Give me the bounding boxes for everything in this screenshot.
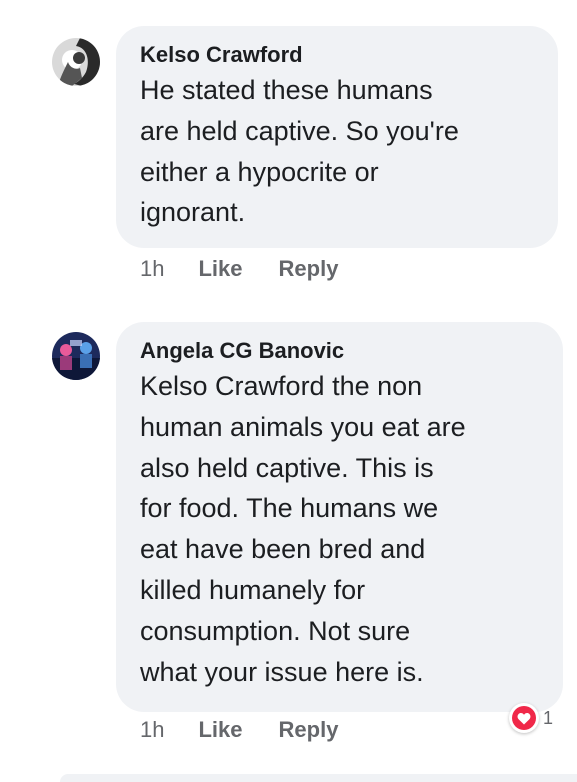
next-comment-edge bbox=[60, 774, 577, 782]
comment-line: eat have been bred and bbox=[140, 534, 426, 565]
comment-line: killed humanely for bbox=[140, 574, 366, 605]
mention-link: Kelso Crawford the non bbox=[140, 371, 423, 401]
comment-text: Kelso Crawford the non human animals you… bbox=[140, 366, 541, 692]
comment-author[interactable]: Kelso Crawford bbox=[140, 40, 536, 70]
comment-kelso-crawford: Kelso Crawford He stated these humans ar… bbox=[0, 0, 577, 300]
comment-line: He stated these humans bbox=[140, 75, 433, 105]
comment-line: are held captive. So you're bbox=[140, 115, 459, 146]
reaction-count: 1 bbox=[543, 707, 554, 728]
avatar[interactable] bbox=[52, 38, 100, 86]
comment-line: Kelso Crawford the non bbox=[140, 366, 541, 407]
avatar[interactable] bbox=[52, 332, 100, 380]
comment-actions: 1h Like Reply bbox=[140, 256, 338, 282]
comment-timestamp[interactable]: 1h bbox=[140, 717, 164, 743]
comment-line: either a hypocrite or bbox=[140, 156, 379, 187]
comment-line: for food. The humans we bbox=[140, 493, 439, 524]
reaction-summary[interactable]: 1 bbox=[509, 703, 553, 733]
profile-photo-icon bbox=[52, 332, 100, 380]
comment-angela-cg-banovic: Angela CG Banovic Kelso Crawford the non… bbox=[0, 310, 577, 770]
comment-bubble: Angela CG Banovic Kelso Crawford the non… bbox=[116, 322, 563, 712]
comment-actions: 1h Like Reply bbox=[140, 717, 338, 743]
like-button[interactable]: Like bbox=[198, 256, 242, 282]
comment-line: human animals you eat are bbox=[140, 411, 466, 442]
comment-line: what your issue here is. bbox=[140, 656, 424, 687]
comment-text: He stated these humans are held captive.… bbox=[140, 70, 536, 233]
heart-icon bbox=[512, 706, 536, 730]
comment-line: also held captive. This is bbox=[140, 452, 434, 483]
comment-line: ignorant. bbox=[140, 197, 246, 228]
comment-timestamp[interactable]: 1h bbox=[140, 256, 164, 282]
reply-button[interactable]: Reply bbox=[279, 256, 339, 282]
profile-photo-icon bbox=[52, 38, 100, 86]
comment-author[interactable]: Angela CG Banovic bbox=[140, 336, 541, 366]
heart-reaction-badge bbox=[509, 703, 539, 733]
comment-line: consumption. Not sure bbox=[140, 615, 411, 646]
like-button[interactable]: Like bbox=[198, 717, 242, 743]
reply-button[interactable]: Reply bbox=[279, 717, 339, 743]
comment-bubble: Kelso Crawford He stated these humans ar… bbox=[116, 26, 558, 248]
